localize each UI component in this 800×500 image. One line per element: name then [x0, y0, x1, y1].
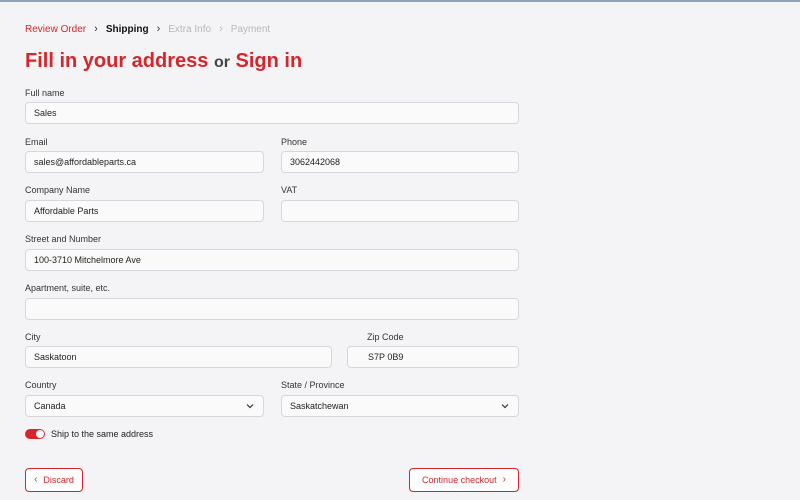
ship-same-address-toggle[interactable] [25, 429, 45, 439]
full-name-label: Full name [25, 88, 65, 98]
continue-checkout-label: Continue checkout [422, 475, 497, 485]
state-select[interactable]: Saskatchewan [281, 395, 519, 417]
ship-same-address-label: Ship to the same address [51, 429, 154, 439]
apartment-label: Apartment, suite, etc. [25, 283, 111, 293]
country-select[interactable]: Canada [25, 395, 264, 417]
city-label: City [25, 332, 41, 342]
breadcrumb-review-order[interactable]: Review Order [25, 24, 86, 35]
vat-label: VAT [281, 185, 298, 195]
apartment-input[interactable] [25, 298, 519, 320]
email-label: Email [25, 137, 48, 147]
street-input[interactable]: 100-3710 Mitchelmore Ave [25, 249, 519, 271]
full-name-input[interactable]: Sales [25, 102, 519, 124]
company-label: Company Name [25, 185, 91, 195]
email-value: sales@affordableparts.ca [34, 157, 137, 167]
toggle-knob [36, 430, 44, 438]
breadcrumb: Review Order › Shipping › Extra Info › P… [25, 22, 270, 36]
street-label: Street and Number [25, 234, 102, 244]
phone-label: Phone [281, 137, 308, 147]
sign-in-link[interactable]: Sign in [236, 50, 303, 72]
chevron-down-icon [245, 401, 255, 411]
breadcrumb-shipping: Shipping [105, 23, 149, 35]
company-input[interactable]: Affordable Parts [25, 200, 264, 222]
chevron-right-icon: › [219, 22, 223, 35]
zip-label: Zip Code [367, 332, 404, 342]
chevron-left-icon: ‹ [34, 474, 38, 485]
ship-same-address-row: Ship to the same address [25, 429, 153, 439]
discard-button[interactable]: ‹ Discard [25, 468, 83, 492]
city-input[interactable]: Saskatoon [25, 346, 332, 368]
country-label: Country [25, 380, 57, 390]
full-name-value: Sales [34, 108, 57, 118]
phone-input[interactable]: 3062442068 [281, 151, 519, 173]
city-value: Saskatoon [34, 352, 77, 362]
country-value: Canada [34, 401, 66, 411]
continue-checkout-button[interactable]: Continue checkout › [409, 468, 519, 492]
title-fill-address: Fill in your address [25, 50, 209, 72]
window-top-border [0, 0, 800, 2]
vat-input[interactable] [281, 200, 519, 222]
email-input[interactable]: sales@affordableparts.ca [25, 151, 264, 173]
breadcrumb-extra-info: Extra Info [168, 23, 212, 35]
state-label: State / Province [281, 380, 345, 390]
zip-input[interactable]: S7P 0B9 [347, 346, 519, 368]
chevron-right-icon: › [502, 474, 506, 485]
state-value: Saskatchewan [290, 401, 349, 411]
zip-value: S7P 0B9 [368, 352, 404, 362]
title-or: or [213, 54, 230, 71]
company-value: Affordable Parts [34, 206, 99, 216]
phone-value: 3062442068 [290, 157, 341, 167]
discard-label: Discard [43, 475, 74, 485]
chevron-down-icon [500, 401, 510, 411]
chevron-right-icon: › [94, 22, 98, 35]
street-value: 100-3710 Mitchelmore Ave [34, 255, 141, 265]
page-title: Fill in your address or Sign in [25, 50, 302, 74]
breadcrumb-payment: Payment [230, 23, 271, 35]
chevron-right-icon: › [156, 22, 161, 35]
